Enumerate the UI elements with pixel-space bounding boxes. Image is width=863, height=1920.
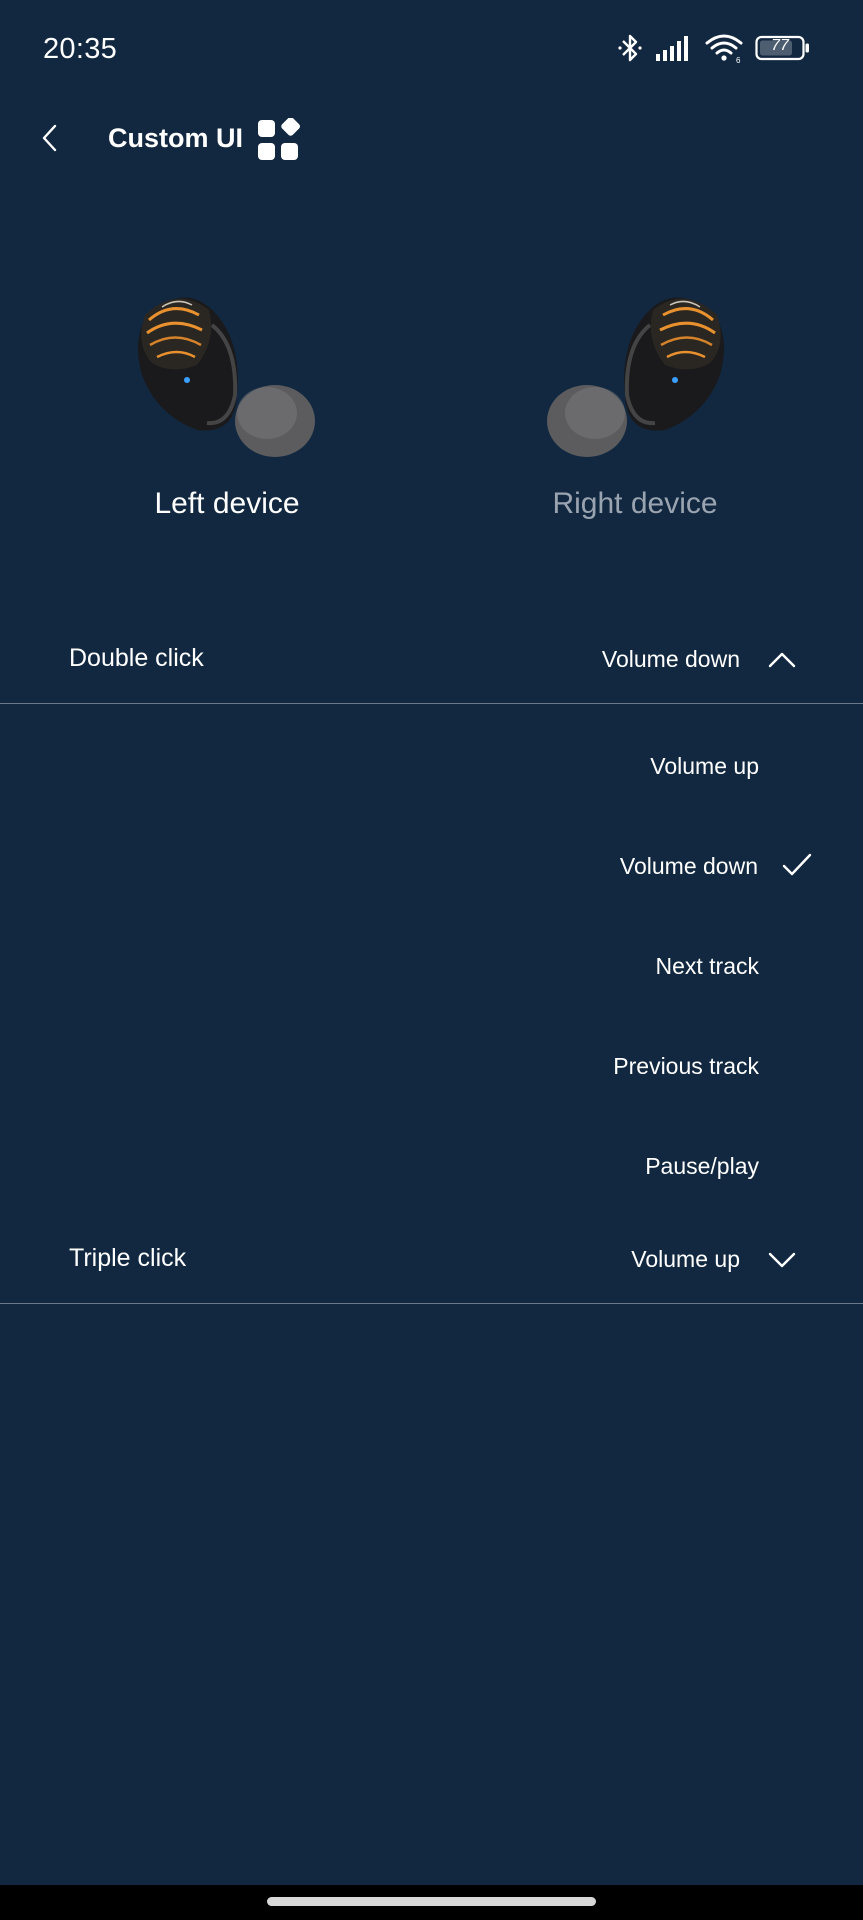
battery-level: 77 xyxy=(771,37,789,54)
option-label: Next track xyxy=(655,953,759,979)
battery-icon: 77 xyxy=(755,35,811,61)
double-click-label: Double click xyxy=(69,644,204,672)
option-pause-play[interactable]: Pause/play xyxy=(0,1137,863,1197)
back-button[interactable] xyxy=(30,118,70,162)
double-click-value: Volume down xyxy=(601,646,740,672)
home-indicator[interactable] xyxy=(267,1897,596,1906)
svg-text:6: 6 xyxy=(736,56,741,63)
status-bar: 20:35 6 77 xyxy=(0,0,863,100)
header: Custom UI xyxy=(0,100,863,180)
apps-icon[interactable] xyxy=(256,117,300,162)
chevron-up-icon xyxy=(767,648,797,672)
option-volume-up[interactable]: Volume up xyxy=(0,737,863,797)
screen: 20:35 6 77 Custom UI Left device Right d… xyxy=(0,0,863,1920)
option-label: Previous track xyxy=(613,1053,759,1079)
divider xyxy=(0,703,863,704)
option-label: Pause/play xyxy=(645,1153,759,1179)
status-time: 20:35 xyxy=(43,33,118,65)
bluetooth-icon xyxy=(617,32,643,64)
triple-click-value: Volume up xyxy=(631,1246,740,1272)
triple-click-row[interactable]: Triple click Volume up xyxy=(0,1228,863,1294)
signal-icon xyxy=(655,34,693,62)
navigation-bar xyxy=(0,1885,863,1920)
triple-click-label: Triple click xyxy=(69,1244,187,1272)
double-click-row[interactable]: Double click Volume down xyxy=(0,628,863,694)
left-device-label: Left device xyxy=(154,487,300,520)
right-device-label: Right device xyxy=(552,487,718,520)
wifi-icon: 6 xyxy=(705,33,743,63)
option-label: Volume down xyxy=(619,853,758,879)
right-device-tab[interactable]: Right device xyxy=(525,285,745,521)
check-icon xyxy=(781,851,813,879)
left-earbud-image xyxy=(138,297,315,457)
option-label: Volume up xyxy=(650,753,759,779)
divider xyxy=(0,1303,863,1304)
page-title: Custom UI xyxy=(108,123,243,153)
left-device-tab[interactable]: Left device xyxy=(117,285,337,521)
right-earbud-image xyxy=(547,297,724,457)
status-icons: 6 77 xyxy=(617,30,811,66)
chevron-left-icon xyxy=(39,123,61,158)
option-volume-down[interactable]: Volume down xyxy=(0,837,863,897)
chevron-down-icon xyxy=(767,1248,797,1272)
option-next-track[interactable]: Next track xyxy=(0,937,863,997)
option-previous-track[interactable]: Previous track xyxy=(0,1037,863,1097)
